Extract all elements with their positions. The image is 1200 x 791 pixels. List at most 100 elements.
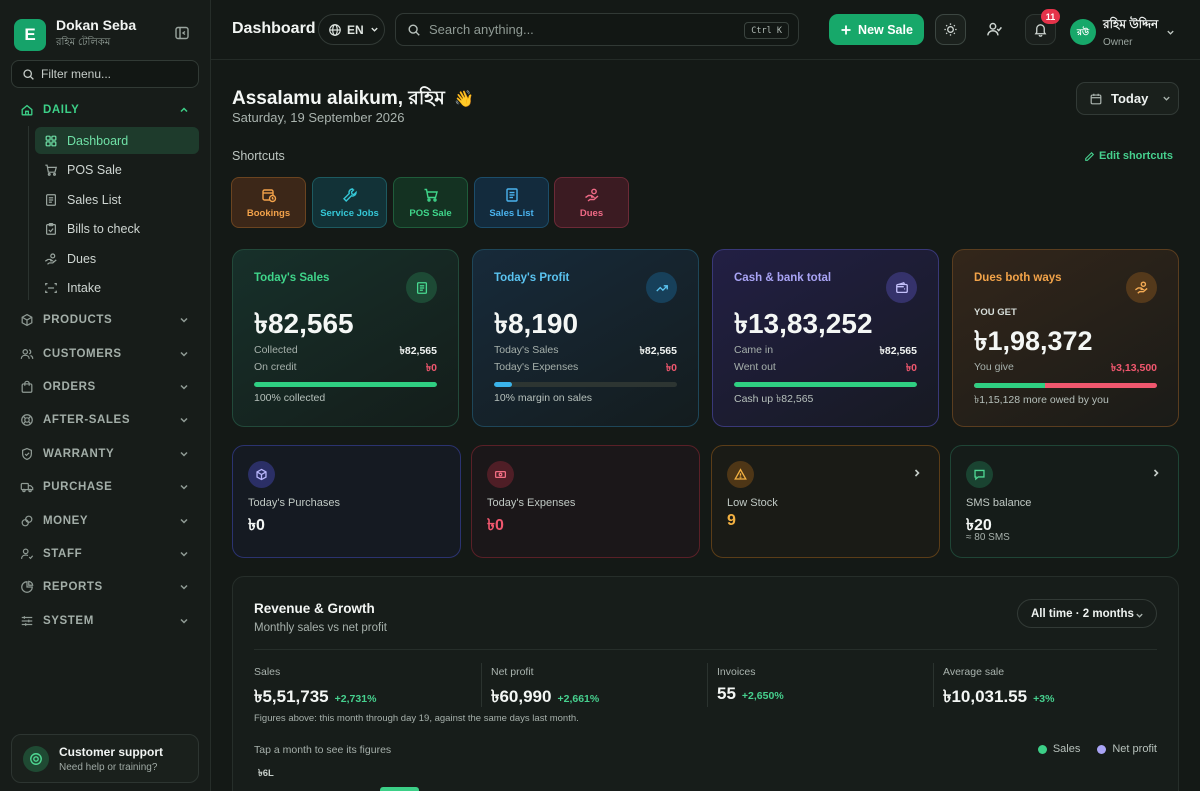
range-select[interactable]: All time · 2 months bbox=[1017, 599, 1157, 628]
low-stock-card[interactable]: Low Stock 9 bbox=[711, 445, 940, 558]
dues-both-ways-card[interactable]: Dues both ways YOU GET ৳1,98,372 You giv… bbox=[952, 249, 1179, 427]
chevron-up-icon bbox=[180, 107, 188, 113]
sms-balance-card[interactable]: SMS balance ৳20 ≈ 80 SMS bbox=[950, 445, 1179, 558]
current-date: Saturday, 19 September 2026 bbox=[232, 110, 405, 125]
chevron-down-icon bbox=[180, 551, 188, 557]
stat-change: +2,650% bbox=[741, 690, 784, 702]
edit-shortcuts-link[interactable]: Edit shortcuts bbox=[1084, 150, 1173, 162]
submenu-line bbox=[28, 126, 29, 300]
brand-subtitle: রহিম টেলিকম bbox=[56, 37, 111, 48]
todays-expenses-card[interactable]: Today's Expenses ৳0 bbox=[471, 445, 700, 558]
progress-fill bbox=[494, 382, 513, 387]
shortcut-sales-list[interactable]: Sales List bbox=[474, 177, 549, 228]
section-label: STAFF bbox=[43, 548, 83, 560]
search-input[interactable]: Search anything... Ctrl K bbox=[395, 13, 799, 46]
chevron-down-icon bbox=[180, 384, 188, 390]
theme-toggle-button[interactable] bbox=[935, 14, 966, 45]
banknote-icon bbox=[487, 461, 514, 488]
sidebar-item-pos-sale[interactable]: POS Sale bbox=[35, 156, 199, 183]
sidebar-section-reports[interactable]: REPORTS bbox=[11, 574, 199, 600]
filter-menu-input[interactable]: Filter menu... bbox=[11, 60, 199, 88]
cash-bank-total-card[interactable]: Cash & bank total ৳13,83,252 Came in ৳82,… bbox=[712, 249, 939, 427]
stat-change: +3% bbox=[1033, 693, 1055, 705]
shortcut-pos-sale[interactable]: POS Sale bbox=[393, 177, 468, 228]
sidebar-item-label: Intake bbox=[67, 280, 102, 295]
chevron-down-icon bbox=[180, 451, 188, 457]
sidebar-item-label: Dashboard bbox=[67, 133, 129, 148]
truck-icon bbox=[20, 482, 34, 493]
users-icon bbox=[20, 349, 34, 359]
shortcut-label: Dues bbox=[579, 207, 604, 219]
revenue-chart-area[interactable] bbox=[263, 777, 1143, 791]
message-icon bbox=[966, 461, 993, 488]
card-label: Today's Profit bbox=[494, 272, 570, 284]
stat-net-profit: Net profit ৳60,990 +2,661% bbox=[491, 666, 599, 712]
sidebar-section-customers[interactable]: CUSTOMERS bbox=[11, 341, 199, 367]
sidebar-item-label: Bills to check bbox=[67, 221, 140, 236]
sidebar-section-warranty[interactable]: WARRANTY bbox=[11, 441, 199, 467]
period-select[interactable]: Today bbox=[1076, 82, 1179, 115]
search-placeholder: Search anything... bbox=[429, 22, 534, 37]
sidebar-section-staff[interactable]: STAFF bbox=[11, 541, 199, 567]
row-label: Today's Sales bbox=[494, 344, 559, 356]
section-label: AFTER-SALES bbox=[43, 414, 131, 426]
todays-sales-card[interactable]: Today's Sales ৳82,565 Collected ৳82,565 O… bbox=[232, 249, 459, 427]
card-footer: ৳1,15,128 more owed by you bbox=[974, 394, 1109, 406]
brand[interactable]: E Dokan Seba রহিম টেলিকম bbox=[14, 17, 136, 52]
stat-value: ৳60,990 bbox=[491, 687, 552, 706]
section-label: SYSTEM bbox=[43, 615, 94, 627]
shortcut-service-jobs[interactable]: Service Jobs bbox=[312, 177, 387, 228]
pencil-icon bbox=[1085, 151, 1095, 161]
sidebar-section-daily[interactable]: DAILY bbox=[11, 97, 199, 123]
chevron-down-icon bbox=[370, 27, 378, 32]
sidebar-section-system[interactable]: SYSTEM bbox=[11, 608, 199, 634]
sales-bar-current-month[interactable] bbox=[380, 787, 419, 791]
todays-purchases-card[interactable]: Today's Purchases ৳0 bbox=[232, 445, 461, 558]
shortcut-label: POS Sale bbox=[409, 207, 452, 219]
figures-note: Figures above: this month through day 19… bbox=[254, 713, 579, 724]
user-check-button[interactable] bbox=[979, 14, 1010, 45]
sidebar-item-bills-to-check[interactable]: Bills to check bbox=[35, 215, 199, 242]
wallet-icon bbox=[886, 272, 917, 303]
new-sale-button[interactable]: New Sale bbox=[829, 14, 924, 45]
card-value: ৳8,190 bbox=[494, 308, 579, 339]
bag-icon bbox=[21, 380, 33, 393]
stat-label: Net profit bbox=[491, 666, 534, 678]
cart-icon bbox=[45, 164, 58, 176]
sidebar-item-intake[interactable]: Intake bbox=[35, 274, 199, 301]
lifebuoy-icon bbox=[21, 414, 33, 426]
chart-hint: Tap a month to see its figures bbox=[254, 744, 392, 756]
small-card-value: ৳0 bbox=[487, 517, 504, 534]
hand-coins-icon bbox=[1126, 272, 1157, 303]
user-menu[interactable]: রউ রহিম উদ্দিন Owner bbox=[1070, 16, 1175, 48]
row-label: You give bbox=[974, 361, 1014, 373]
todays-profit-card[interactable]: Today's Profit ৳8,190 Today's Sales ৳82,5… bbox=[472, 249, 699, 427]
card-row-went-out: Went out ৳0 bbox=[734, 361, 917, 378]
shortcut-dues[interactable]: Dues bbox=[554, 177, 629, 228]
sidebar-item-sales-list[interactable]: Sales List bbox=[35, 186, 199, 213]
get-share-fill bbox=[974, 383, 1046, 388]
sidebar-section-after-sales[interactable]: AFTER-SALES bbox=[11, 407, 199, 433]
collapse-sidebar-icon[interactable] bbox=[174, 25, 190, 41]
sidebar-item-dashboard[interactable]: Dashboard bbox=[35, 127, 199, 154]
shortcut-label: Sales List bbox=[489, 207, 534, 219]
sidebar-item-label: POS Sale bbox=[67, 162, 122, 177]
sidebar-section-products[interactable]: PRODUCTS bbox=[11, 307, 199, 333]
hand-coins-icon bbox=[44, 252, 57, 265]
shortcut-bookings[interactable]: Bookings bbox=[231, 177, 306, 228]
stat-value: 55 bbox=[717, 684, 736, 703]
customer-support-card[interactable]: Customer support Need help or training? bbox=[11, 734, 199, 783]
sidebar-section-money[interactable]: MONEY bbox=[11, 508, 199, 534]
sidebar-section-purchase[interactable]: PURCHASE bbox=[11, 474, 199, 500]
row-value: ৳82,565 bbox=[399, 345, 437, 357]
brand-logo: E bbox=[14, 18, 46, 51]
sidebar-section-orders[interactable]: ORDERS bbox=[11, 374, 199, 400]
row-value: ৳82,565 bbox=[639, 345, 677, 357]
shortcuts-heading: Shortcuts bbox=[232, 149, 285, 163]
language-select[interactable]: EN bbox=[318, 14, 385, 45]
section-label: CUSTOMERS bbox=[43, 348, 122, 360]
search-icon bbox=[23, 68, 34, 80]
sidebar-item-dues[interactable]: Dues bbox=[35, 245, 199, 272]
card-row-you-give: You give ৳3,13,500 bbox=[974, 361, 1157, 378]
page-title: Dashboard bbox=[232, 20, 316, 37]
